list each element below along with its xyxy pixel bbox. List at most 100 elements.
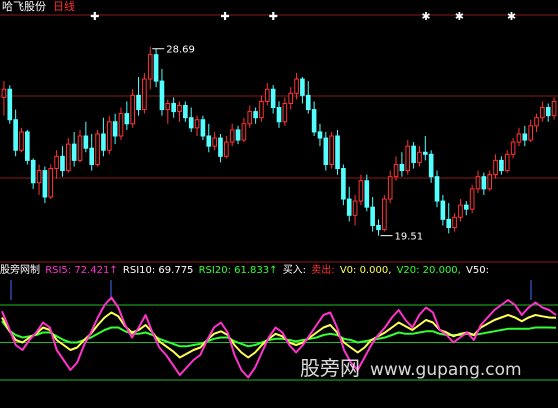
period-low-label: 19.51 [394, 232, 423, 243]
buy-label: 买入: [282, 265, 307, 276]
chart-period: 日线 [53, 0, 75, 13]
indicator-name: 股旁网制 [0, 265, 40, 276]
candle-body-down [13, 119, 18, 151]
candle[interactable] [19, 127, 24, 153]
candle-body-down [25, 131, 30, 161]
candle-body-up [405, 145, 411, 172]
candle-body-down [323, 137, 329, 165]
candle-body-down [171, 102, 176, 113]
candle-body-up [534, 117, 539, 127]
candle-body-up [288, 92, 294, 104]
chart-stage: ✚ ✚ ✚ ✱ ✱ ✱ 28.69 19.51 [0, 0, 558, 408]
candle-body-down [112, 121, 118, 137]
candle-body-down [446, 218, 452, 229]
candle-body-down [42, 170, 48, 198]
candle-body-down [235, 129, 241, 141]
candle[interactable] [153, 48, 159, 88]
candle-body-down [481, 176, 487, 190]
candle-body-down [300, 78, 305, 96]
candle-body-up [510, 141, 516, 155]
candle-body-down [364, 180, 370, 208]
candle[interactable] [142, 72, 147, 114]
candle-body-up [241, 123, 247, 141]
candle[interactable] [335, 129, 340, 175]
candle-body-up [417, 151, 422, 163]
cross-marker-icon: ✚ [90, 10, 99, 23]
candle-body-down [71, 143, 77, 161]
candle-body-up [458, 204, 463, 218]
watermark: 股旁网 www.gupang.com [300, 356, 522, 382]
candle-body-down [434, 176, 440, 202]
candle-body-down [83, 135, 89, 149]
candle-body-down [522, 133, 528, 141]
candle-body-down [335, 135, 340, 170]
candle-body-up [212, 137, 217, 147]
candle-body-up [130, 94, 135, 125]
candle-body-up [259, 100, 264, 119]
candle-body-down [428, 153, 434, 178]
candle[interactable] [25, 129, 30, 165]
candle-body-up [382, 198, 387, 231]
candle[interactable] [329, 131, 334, 169]
candle-body-down [183, 105, 188, 119]
candle-body-up [65, 143, 71, 172]
cross-marker-icon: ✚ [269, 10, 278, 23]
candle-body-up [95, 133, 100, 165]
candle-body-up [194, 119, 200, 129]
candle-body-up [48, 168, 54, 198]
candle-body-up [264, 88, 270, 102]
star-marker-icon: ✱ [507, 10, 516, 23]
candle-body-down [341, 168, 346, 200]
rsi10-value: RSI10: 69.775 [122, 265, 194, 276]
candle[interactable] [106, 115, 112, 155]
candle[interactable] [323, 131, 329, 171]
star-marker-icon: ✱ [455, 10, 464, 23]
candle-body-up [487, 174, 493, 190]
candle-body-up [329, 135, 334, 165]
candle-body-up [1, 88, 7, 98]
candle-body-up [77, 135, 83, 161]
candle-body-down [399, 163, 405, 172]
candle-body-up [177, 105, 182, 113]
candle-body-down [159, 80, 165, 111]
indicator-bar: 股旁网制 RSI5: 72.421↑ RSI10: 69.775 RSI20: … [0, 265, 491, 277]
candle-body-up [504, 153, 510, 172]
candle-body-down [7, 88, 13, 121]
candle-body-up [36, 170, 42, 184]
candle-body-up [247, 111, 253, 125]
candle-body-down [545, 107, 551, 117]
stock-name: 哈飞股份 [2, 0, 46, 13]
candle-body-up [551, 100, 557, 117]
candle-body-down [311, 109, 317, 133]
sell-label: 卖出: [311, 265, 335, 276]
candle[interactable] [382, 194, 387, 232]
candle[interactable] [48, 164, 54, 200]
candle-body-down [153, 54, 159, 82]
candle-body-up [224, 141, 229, 157]
candle-body-down [136, 94, 141, 111]
candle-body-up [229, 129, 235, 143]
candle[interactable] [200, 115, 206, 141]
candle-body-down [188, 117, 194, 129]
candle[interactable] [95, 129, 100, 167]
candle-body-up [352, 200, 358, 216]
candle-body-up [475, 176, 481, 190]
candle-body-up [294, 78, 299, 94]
candle-body-down [411, 145, 416, 163]
candle-body-up [165, 102, 171, 111]
candle[interactable] [469, 184, 475, 214]
candle-body-down [317, 131, 323, 139]
candle-body-down [463, 204, 469, 210]
candle-body-up [452, 216, 457, 228]
candle[interactable] [341, 164, 346, 206]
candle-body-up [493, 159, 498, 176]
candle[interactable] [130, 89, 135, 128]
candle-body-up [387, 176, 393, 200]
candle[interactable] [7, 85, 13, 124]
candle-body-down [89, 147, 95, 165]
candle-body-down [218, 137, 223, 157]
candle-body-down [376, 224, 381, 231]
candle-body-up [106, 121, 112, 151]
candle-body-down [305, 94, 311, 111]
candle-body-up [393, 163, 399, 178]
